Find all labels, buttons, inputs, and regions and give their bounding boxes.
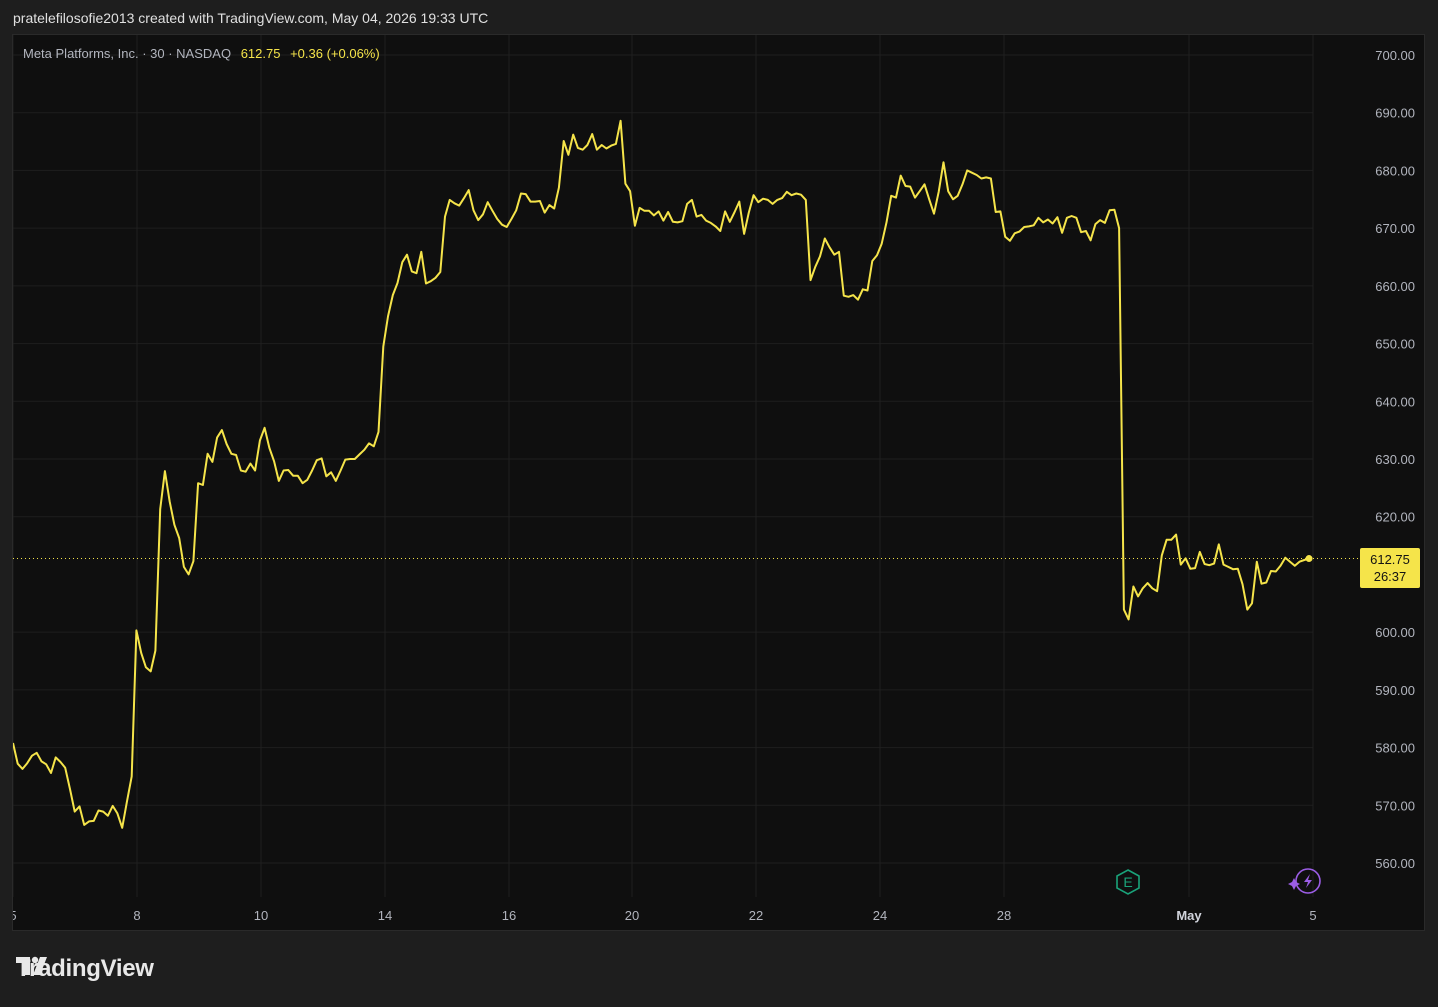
- x-tick-label: 5: [1309, 908, 1316, 923]
- earnings-label: E: [1123, 874, 1132, 890]
- y-tick-label: 580.00: [1375, 741, 1415, 756]
- price-chart[interactable]: 700.00 690.00 680.00 670.00 660.00 650.00 640.…: [13, 35, 1426, 932]
- y-tick-label: 600.00: [1375, 625, 1415, 640]
- countdown-timer: 26:37: [1374, 569, 1407, 584]
- y-tick-label: 620.00: [1375, 510, 1415, 525]
- earnings-icon[interactable]: E: [1116, 869, 1140, 895]
- y-tick-label: 630.00: [1375, 452, 1415, 467]
- y-tick-label: 560.00: [1375, 856, 1415, 871]
- price-series-line: [13, 119, 1310, 829]
- x-tick-label: 22: [749, 908, 763, 923]
- symbol-name: Meta Platforms, Inc. · 30 · NASDAQ: [23, 46, 232, 61]
- x-tick-label: 14: [378, 908, 392, 923]
- y-tick-label: 660.00: [1375, 279, 1415, 294]
- x-axis-ticks: 5 8 10 14 16 20 22 24 28 May 5: [13, 908, 1317, 923]
- last-price-label: 612.75 26:37: [1360, 548, 1420, 588]
- x-tick-label: 16: [502, 908, 516, 923]
- x-tick-label: 8: [133, 908, 140, 923]
- y-tick-label: 640.00: [1375, 394, 1415, 409]
- x-tick-label: May: [1176, 908, 1202, 923]
- x-tick-label: 28: [997, 908, 1011, 923]
- x-tick-label: 24: [873, 908, 887, 923]
- y-tick-label: 570.00: [1375, 798, 1415, 813]
- last-price-value: 612.75: [1370, 552, 1410, 567]
- y-tick-label: 700.00: [1375, 48, 1415, 63]
- legend-change: +0.36 (+0.06%): [290, 46, 380, 61]
- x-tick-label: 10: [254, 908, 268, 923]
- y-tick-label: 670.00: [1375, 221, 1415, 236]
- tradingview-logo[interactable]: TradingView: [16, 955, 154, 983]
- lightning-icon[interactable]: [1288, 868, 1321, 894]
- x-tick-label: 5: [13, 908, 17, 923]
- y-tick-label: 680.00: [1375, 163, 1415, 178]
- chart-header: pratelefilosofie2013 created with Tradin…: [13, 10, 489, 26]
- last-price-dot: [1305, 555, 1313, 563]
- chart-panel[interactable]: 700.00 690.00 680.00 670.00 660.00 650.00 640.…: [12, 34, 1425, 931]
- tradingview-logo-icon: [16, 956, 47, 975]
- symbol-legend: Meta Platforms, Inc. · 30 · NASDAQ 612.7…: [23, 46, 380, 61]
- y-tick-label: 650.00: [1375, 337, 1415, 352]
- y-tick-label: 590.00: [1375, 683, 1415, 698]
- x-tick-label: 20: [625, 908, 639, 923]
- y-tick-label: 690.00: [1375, 106, 1415, 121]
- y-axis-ticks: 700.00 690.00 680.00 670.00 660.00 650.00 640.…: [1375, 48, 1415, 871]
- legend-price: 612.75: [240, 46, 281, 61]
- grid-lines: [13, 35, 1314, 897]
